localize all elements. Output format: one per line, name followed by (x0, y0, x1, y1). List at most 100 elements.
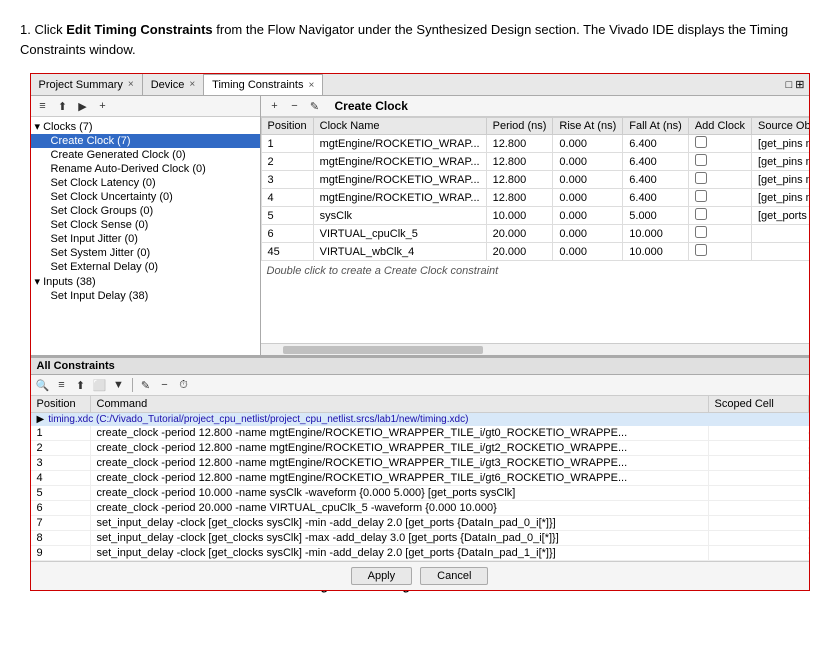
filter-icon[interactable]: ≡ (35, 98, 51, 114)
table-row[interactable]: 5 sysClk 10.000 0.000 5.000 [get_ports s… (261, 207, 809, 225)
all-cell-cmd: create_clock -period 12.800 -name mgtEng… (91, 426, 709, 440)
tree-set-clock-sense[interactable]: Set Clock Sense (0) (31, 218, 260, 232)
all-data-row[interactable]: 4 create_clock -period 12.800 -name mgtE… (31, 471, 809, 486)
instruction-text-before: Click (34, 22, 66, 37)
maximize-icon[interactable]: ⊞ (795, 78, 804, 91)
close-timing-constraints[interactable]: × (308, 80, 314, 91)
minimize-icon[interactable]: □ (786, 79, 793, 91)
filter-all-icon[interactable]: ≡ (54, 377, 70, 393)
tree-set-system-jitter[interactable]: Set System Jitter (0) (31, 246, 260, 260)
tab-project-summary[interactable]: Project Summary × (31, 74, 143, 95)
col-source: Source Objects (751, 118, 808, 135)
left-toolbar: ≡ ⬆ ▶ + (31, 96, 260, 117)
table-row[interactable]: 2 mgtEngine/ROCKETIO_WRAP... 12.800 0.00… (261, 153, 809, 171)
add-row-icon[interactable]: + (267, 98, 283, 114)
all-data-row[interactable]: 3 create_clock -period 12.800 -name mgtE… (31, 456, 809, 471)
all-col-scoped: Scoped Cell (709, 396, 809, 412)
cell-period: 10.000 (486, 207, 553, 225)
tree-set-clock-groups[interactable]: Set Clock Groups (0) (31, 204, 260, 218)
table-row[interactable]: 6 VIRTUAL_cpuClk_5 20.000 0.000 10.000 (261, 225, 809, 243)
file-icon: ▶ (37, 414, 45, 425)
tree-set-external-delay[interactable]: Set External Delay (0) (31, 260, 260, 274)
tree-set-clock-uncertainty[interactable]: Set Clock Uncertainty (0) (31, 190, 260, 204)
all-col-command: Command (91, 396, 709, 412)
right-panel: + − ✎ Create Clock Position Clock Name P… (261, 96, 809, 355)
all-data-row[interactable]: 2 create_clock -period 12.800 -name mgtE… (31, 441, 809, 456)
all-data-row[interactable]: 5 create_clock -period 10.000 -name sysC… (31, 486, 809, 501)
cell-period: 12.800 (486, 189, 553, 207)
tree-create-generated-clock[interactable]: Create Generated Clock (0) (31, 148, 260, 162)
filter-down-icon[interactable]: ▼ (111, 377, 127, 393)
up-all-icon[interactable]: ⬆ (73, 377, 89, 393)
scrollbar-thumb[interactable] (283, 346, 483, 354)
tree-create-clock[interactable]: Create Clock (7) (31, 134, 260, 148)
all-cell-pos: 2 (31, 441, 91, 455)
all-constraints-header: All Constraints (31, 358, 809, 375)
all-cell-pos: 8 (31, 531, 91, 545)
add-icon[interactable]: + (95, 98, 111, 114)
cell-fall: 6.400 (623, 189, 689, 207)
cell-pos: 6 (261, 225, 313, 243)
tab-timing-constraints[interactable]: Timing Constraints × (204, 74, 323, 95)
grid-icon[interactable]: ⬜ (92, 377, 108, 393)
table-row[interactable]: 4 mgtEngine/ROCKETIO_WRAP... 12.800 0.00… (261, 189, 809, 207)
cell-rise: 0.000 (553, 153, 623, 171)
play-icon[interactable]: ▶ (75, 98, 91, 114)
cell-src (751, 225, 808, 243)
all-data-row[interactable]: 9 set_input_delay -clock [get_clocks sys… (31, 546, 809, 561)
tree-inputs-section[interactable]: ▾ Inputs (38) (31, 274, 260, 289)
up-icon[interactable]: ⬆ (55, 98, 71, 114)
table-row[interactable]: 3 mgtEngine/ROCKETIO_WRAP... 12.800 0.00… (261, 171, 809, 189)
tree-content: ▾ Clocks (7) Create Clock (7) Create Gen… (31, 117, 260, 355)
horizontal-scrollbar[interactable] (261, 343, 809, 355)
cell-name: mgtEngine/ROCKETIO_WRAP... (313, 171, 486, 189)
instruction-number: 1. (20, 22, 31, 37)
tree-set-input-jitter[interactable]: Set Input Jitter (0) (31, 232, 260, 246)
tree-set-clock-latency[interactable]: Set Clock Latency (0) (31, 176, 260, 190)
cell-period: 20.000 (486, 243, 553, 261)
cell-src: [get_ports sysClk] (751, 207, 808, 225)
table-row[interactable]: 45 VIRTUAL_wbClk_4 20.000 0.000 10.000 (261, 243, 809, 261)
apply-button[interactable]: Apply (351, 567, 413, 585)
tree-clocks-section[interactable]: ▾ Clocks (7) (31, 119, 260, 134)
all-constraints-section: All Constraints 🔍 ≡ ⬆ ⬜ ▼ ✎ − ⏱ Position… (31, 356, 809, 561)
all-data-row[interactable]: 1 create_clock -period 12.800 -name mgtE… (31, 426, 809, 441)
clock-all-icon[interactable]: ⏱ (176, 377, 192, 393)
table-row[interactable]: 1 mgtEngine/ROCKETIO_WRAP... 12.800 0.00… (261, 135, 809, 153)
cancel-button[interactable]: Cancel (420, 567, 488, 585)
tab-device[interactable]: Device × (143, 74, 204, 95)
all-data-row[interactable]: 6 create_clock -period 20.000 -name VIRT… (31, 501, 809, 516)
all-cell-cmd: set_input_delay -clock [get_clocks sysCl… (91, 516, 709, 530)
cell-rise: 0.000 (553, 207, 623, 225)
cell-name: VIRTUAL_cpuClk_5 (313, 225, 486, 243)
all-cell-cmd: create_clock -period 12.800 -name mgtEng… (91, 471, 709, 485)
edit-all-icon[interactable]: ✎ (138, 377, 154, 393)
instruction-bold: Edit Timing Constraints (66, 22, 212, 37)
col-period: Period (ns) (486, 118, 553, 135)
toolbar-sep-1 (132, 378, 133, 392)
cell-rise: 0.000 (553, 171, 623, 189)
all-cell-pos: 9 (31, 546, 91, 560)
edit-icon[interactable]: ✎ (307, 98, 323, 114)
bottom-buttons: Apply Cancel (31, 561, 809, 590)
col-fall: Fall At (ns) (623, 118, 689, 135)
col-add-clock: Add Clock (688, 118, 751, 135)
col-position: Position (261, 118, 313, 135)
cell-src: [get_pins mgtEngine/ROCKETIO_... (751, 135, 808, 153)
all-cell-pos: 5 (31, 486, 91, 500)
cell-fall: 5.000 (623, 207, 689, 225)
close-device[interactable]: × (189, 79, 195, 90)
all-cell-scope (709, 462, 809, 464)
tree-rename-auto[interactable]: Rename Auto-Derived Clock (0) (31, 162, 260, 176)
all-data-row[interactable]: 8 set_input_delay -clock [get_clocks sys… (31, 531, 809, 546)
cell-period: 12.800 (486, 171, 553, 189)
cell-add (688, 153, 751, 171)
all-data-row[interactable]: 7 set_input_delay -clock [get_clocks sys… (31, 516, 809, 531)
remove-row-icon[interactable]: − (287, 98, 303, 114)
search-icon[interactable]: 🔍 (35, 377, 51, 393)
remove-all-icon[interactable]: − (157, 377, 173, 393)
cell-name: sysClk (313, 207, 486, 225)
close-project-summary[interactable]: × (128, 79, 134, 90)
cell-period: 12.800 (486, 153, 553, 171)
tree-set-input-delay[interactable]: Set Input Delay (38) (31, 289, 260, 303)
